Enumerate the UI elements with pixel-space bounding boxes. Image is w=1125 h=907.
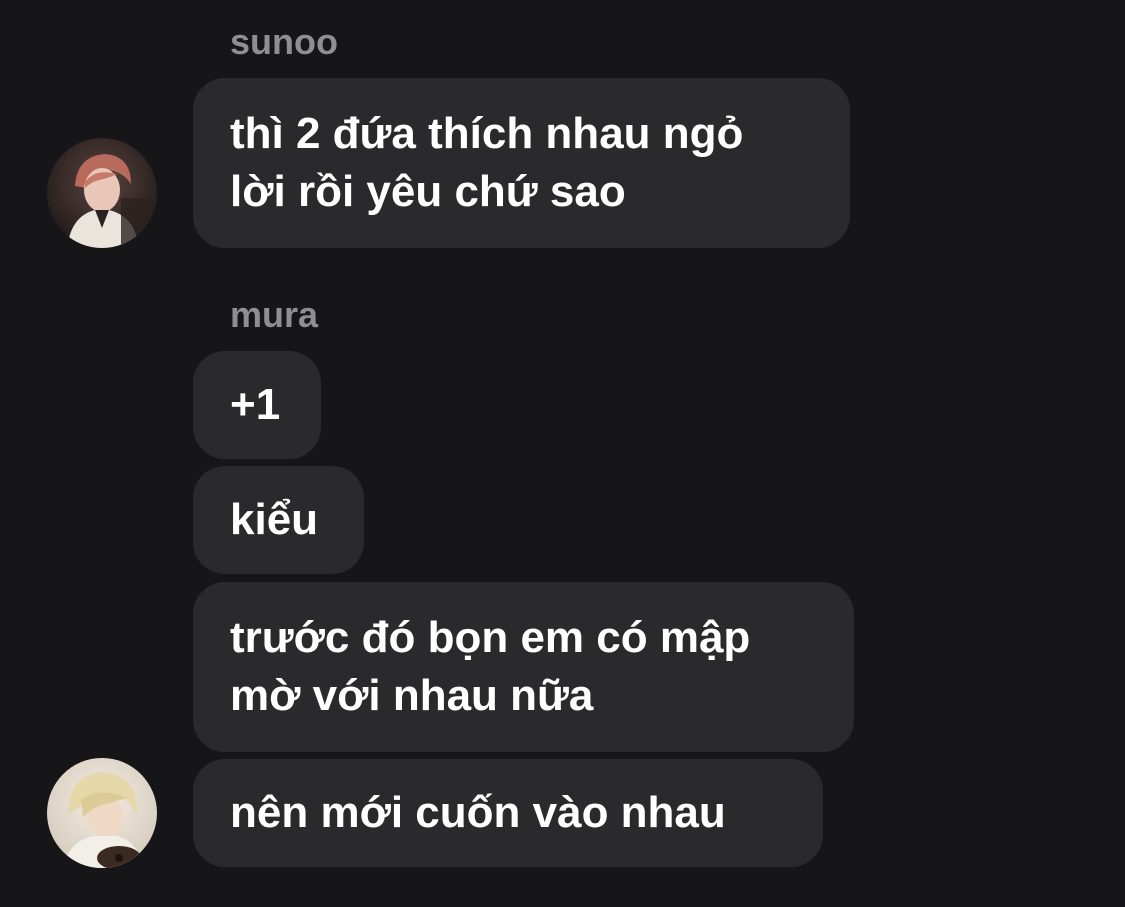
sender-name: sunoo [230,21,338,62]
message-bubble[interactable]: thì 2 đứa thích nhau ngỏ lời rồi yêu chứ… [193,78,850,248]
message-text: kiểu [230,495,319,544]
message-bubble[interactable]: +1 [193,351,321,459]
sender-name: mura [230,294,319,335]
user-avatar-photo-icon [47,758,157,868]
user-avatar-photo-icon [47,138,157,248]
message-text: nên mới cuốn vào nhau [230,788,726,837]
avatar-sunoo[interactable] [47,138,157,248]
message-bubble[interactable]: trước đó bọn em có mập mờ với nhau nữa [193,582,854,752]
message-text: +1 [230,380,281,429]
chat-thread: sunoo thì 2 đứa thích nhau ngỏ lời rồi y… [0,0,1125,907]
message-text: mờ với nhau nữa [230,671,594,720]
avatar-mura[interactable] [47,758,157,868]
message-text: trước đó bọn em có mập [230,613,751,662]
message-text: thì 2 đứa thích nhau ngỏ [230,109,744,158]
message-bubble[interactable]: nên mới cuốn vào nhau [193,759,823,867]
message-bubble[interactable]: kiểu [193,466,364,574]
message-text: lời rồi yêu chứ sao [230,167,626,216]
